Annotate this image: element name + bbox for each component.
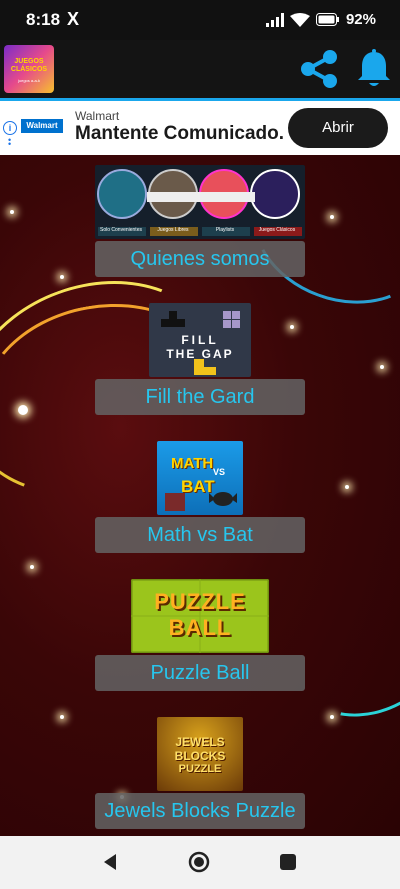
sparkle	[60, 715, 64, 719]
puzzle-title-2: BALL	[168, 615, 232, 640]
ad-open-button[interactable]: Abrir	[288, 108, 388, 148]
sparkle	[330, 215, 334, 219]
share-button[interactable]	[298, 50, 342, 88]
menu-label: Fill the Gard	[95, 379, 305, 415]
menu-label: Jewels Blocks Puzzle	[95, 793, 305, 829]
ad-banner[interactable]: i • • Walmart Walmart Mantente Comunicado…	[0, 101, 400, 155]
sparkle	[345, 485, 349, 489]
about-captions: Solo Convenientes Juegos Libres Playlist…	[95, 227, 305, 233]
sparkle	[18, 405, 28, 415]
puzzle-ball-thumbnail: PUZZLE BALL	[131, 579, 269, 653]
status-icons: 92%	[265, 11, 376, 28]
caption: Solo Convenientes	[100, 227, 142, 233]
bell-icon	[358, 49, 390, 86]
menu-item-fill-the-gard[interactable]: FILL THE GAP Fill the Gard	[95, 303, 305, 415]
math-vs-bat-thumbnail: MATH VS BAT	[157, 441, 243, 515]
menu-item-puzzle-ball[interactable]: PUZZLE BALL Puzzle Ball	[95, 579, 305, 691]
caption: Juegos Clásicos	[258, 227, 296, 233]
logo-subtitle: juegos a-a-k	[17, 78, 40, 83]
sparkle	[380, 365, 384, 369]
app-logo: JUEGOS CLÁSICOS juegos a-a-k	[4, 45, 54, 93]
battery-percent: 92%	[345, 11, 376, 28]
caption: Juegos Libres	[157, 227, 189, 233]
sparkle	[60, 275, 64, 279]
jewels-title-3: PUZZLE	[178, 763, 222, 775]
about-thumbnail: Solo Convenientes Juegos Libres Playlist…	[95, 165, 305, 239]
x-app-icon: X	[67, 9, 80, 29]
menu-item-quienes-somos[interactable]: Solo Convenientes Juegos Libres Playlist…	[95, 165, 305, 277]
status-bar: 8:18 X 92%	[0, 0, 400, 40]
caption: Playlists	[215, 227, 235, 233]
home-icon[interactable]	[187, 850, 211, 874]
jewels-title-1: JEWELS	[175, 735, 225, 749]
bat-icon	[165, 492, 237, 511]
fill-the-gap-thumbnail: FILL THE GAP	[149, 303, 251, 377]
ad-options-icon[interactable]: • •	[8, 136, 11, 149]
jewels-blocks-thumbnail: JEWELS BLOCKS PUZZLE	[157, 717, 243, 791]
menu-item-jewels-blocks-puzzle[interactable]: JEWELS BLOCKS PUZZLE Jewels Blocks Puzzl…	[95, 717, 305, 829]
notifications-button[interactable]	[352, 48, 396, 90]
sparkle	[330, 715, 334, 719]
ad-brand: Walmart	[75, 109, 120, 123]
logo-title: JUEGOS CLÁSICOS	[10, 58, 48, 73]
share-icon	[301, 50, 337, 88]
clock: 8:18	[26, 10, 61, 29]
menu-label: Puzzle Ball	[95, 655, 305, 691]
walmart-logo: Walmart	[21, 119, 63, 133]
puzzle-title-1: PUZZLE	[154, 589, 246, 614]
back-icon[interactable]	[100, 852, 120, 872]
fill-title-1: FILL	[181, 333, 219, 347]
battery-icon	[315, 13, 339, 26]
menu-label: Quienes somos	[95, 241, 305, 277]
menu-item-math-vs-bat[interactable]: MATH VS BAT Math vs Bat	[95, 441, 305, 553]
fill-title-2: THE GAP	[166, 347, 234, 361]
recents-icon[interactable]	[279, 853, 297, 871]
ad-info-icon[interactable]: i	[3, 121, 17, 135]
menu-label: Math vs Bat	[95, 517, 305, 553]
wifi-icon	[289, 12, 310, 27]
signal-icon	[265, 12, 284, 27]
sparkle	[30, 565, 34, 569]
sparkle	[10, 210, 14, 214]
jewels-title-2: BLOCKS	[174, 749, 226, 763]
system-nav-bar	[0, 836, 400, 889]
app-bar: JUEGOS CLÁSICOS juegos a-a-k	[0, 40, 400, 101]
game-menu: Solo Convenientes Juegos Libres Playlist…	[0, 155, 400, 836]
ad-headline: Mantente Comunicado.	[75, 123, 285, 144]
